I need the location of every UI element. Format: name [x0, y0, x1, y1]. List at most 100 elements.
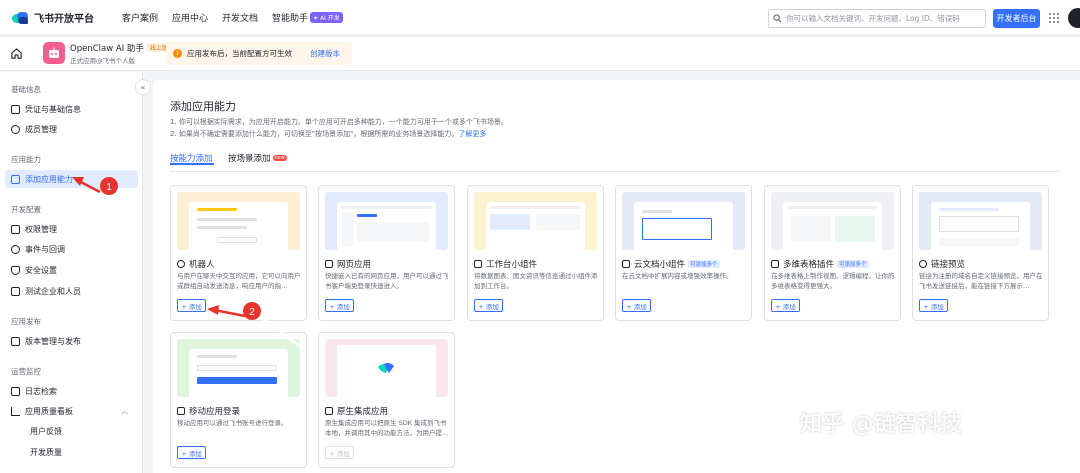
feishu-logo-icon	[378, 362, 394, 373]
document-icon	[622, 260, 630, 268]
description-line-2: 2. 如果尚不确定需要添加什么能力，可切换至"按场景添加"，根据所需的业务场景选…	[170, 129, 486, 139]
learn-more-link[interactable]: 了解更多	[458, 130, 486, 138]
new-badge: new	[272, 155, 287, 161]
capability-card-doc-widget: 云文档小组件 可添加多个 在云文档中扩展内容或增强效率操作。 + 添加	[615, 185, 752, 321]
card-title: 多维表格插件 可添加多个	[771, 258, 869, 270]
shield-icon	[11, 265, 20, 275]
sidebar-item-dev-quality[interactable]: 开发质量	[5, 443, 138, 461]
sidebar-item-label: 应用质量看板	[25, 406, 73, 416]
search-input[interactable]: 你可以输入文档关键词、开发问题、Log ID、错误码	[768, 9, 986, 28]
card-description: 快捷嵌入已有的网页应用，用户可以通过飞书客户端免登录快速进入。	[325, 272, 449, 290]
app-name-text: OpenClaw AI 助手	[70, 44, 144, 54]
developer-console-button[interactable]: 开发者后台	[993, 9, 1040, 28]
mobile-login-preview-image	[177, 339, 300, 397]
app-avatar	[43, 42, 65, 64]
sidebar-item-members[interactable]: 成员管理	[5, 120, 138, 138]
capability-card-bitable-plugin: 多维表格插件 可添加多个 在多维表格上制作视图、逻辑编程，让你的多维表格变得更强大…	[764, 185, 901, 321]
table-icon	[771, 260, 779, 268]
sidebar-item-credentials[interactable]: 凭证与基础信息	[5, 100, 138, 118]
sidebar-item-log-search[interactable]: 日志检索	[5, 382, 138, 400]
card-title-text: 网页应用	[337, 260, 372, 270]
capability-card-bot: 机器人 与用户在聊天中交互的应用，它可以向用户或群组自动发送消息，响应用户的指……	[170, 185, 307, 321]
lock-icon	[11, 224, 20, 234]
card-title-text: 链接预览	[931, 260, 966, 270]
card-description: 移动应用可以通过飞书账号进行登录。	[177, 419, 288, 427]
sidebar-item-events[interactable]: 事件与回调	[5, 240, 138, 258]
chart-icon	[11, 406, 20, 416]
nav-app-center[interactable]: 应用中心	[172, 11, 208, 24]
capability-card-native-integration: 原生集成应用 原生集成应用可以把原生 SDK 集成到飞书本地，并调用其中的功能方…	[318, 332, 455, 468]
description-line-1: 1. 你可以根据实际需求，为应用开启能力。单个应用可开启多种能力，一个能力可用于…	[170, 118, 508, 126]
doc-widget-preview-image	[622, 192, 745, 250]
tab-by-scenario[interactable]: 按场景添加 new	[228, 152, 287, 164]
bitable-plugin-preview-image	[771, 192, 894, 250]
search-icon	[773, 14, 782, 23]
add-mobile-login-button[interactable]: + 添加	[177, 446, 206, 459]
tab-by-scenario-label: 按场景添加	[228, 154, 271, 164]
tab-bar: 按能力添加 按场景添加 new	[170, 152, 1060, 172]
create-version-link[interactable]: 创建版本	[310, 48, 340, 59]
user-icon	[11, 124, 20, 134]
add-native-integration-button[interactable]: + 添加	[325, 446, 354, 459]
logo[interactable]: 飞书开放平台	[12, 10, 108, 25]
app-subtitle: 正式应用@飞书个人版	[70, 57, 135, 65]
user-avatar[interactable]	[1068, 8, 1080, 28]
sidebar-group-basic: 基础信息	[11, 85, 41, 94]
sidebar-group-dev-config: 开发配置	[11, 205, 41, 214]
top-navbar: 飞书开放平台 客户案例 应用中心 开发文档 智能助手 ✦ AI 开发 你可以输入文…	[0, 0, 1080, 36]
mobile-icon	[177, 407, 185, 415]
web-page-icon	[325, 260, 333, 268]
native-integration-preview-image	[325, 339, 448, 397]
add-doc-widget-button[interactable]: + 添加	[622, 299, 651, 312]
link-icon	[919, 260, 927, 268]
sidebar-group-capability: 应用能力	[11, 155, 41, 164]
card-title: 链接预览	[919, 258, 965, 270]
home-icon[interactable]	[10, 47, 23, 60]
card-description: 将数据图表、图文资讯等信息通过小组件添加到工作台。	[474, 272, 598, 290]
event-icon	[11, 244, 20, 254]
multi-add-tag: 可添加多个	[837, 260, 869, 268]
card-title-text: 机器人	[189, 260, 215, 270]
sidebar-item-security[interactable]: 安全设置	[5, 261, 138, 279]
sidebar-item-permissions[interactable]: 权限管理	[5, 220, 138, 238]
card-description: 链接为注册的域名自定义链接预览。用户在飞书发送链接后，能在链接下方展示…	[919, 272, 1043, 290]
test-icon	[11, 286, 20, 296]
capability-card-mobile-login: 移动应用登录 移动应用可以通过飞书账号进行登录。 + 添加	[170, 332, 307, 468]
sidebar-item-label: 开发质量	[30, 447, 62, 457]
card-title: 原生集成应用	[325, 405, 388, 417]
bot-preview-image	[177, 192, 300, 250]
native-app-icon	[325, 407, 333, 415]
notice-text: 应用发布后，当前配置方可生效	[187, 49, 292, 58]
card-title: 工作台小组件	[474, 258, 537, 270]
sidebar-item-label: 测试企业和人员	[25, 286, 81, 296]
card-title-text: 工作台小组件	[486, 260, 538, 270]
add-bot-button[interactable]: + 添加	[177, 299, 206, 312]
nav-dev-docs[interactable]: 开发文档	[222, 11, 258, 24]
nav-customer-cases[interactable]: 客户案例	[122, 11, 158, 24]
capability-card-link-preview: 链接预览 链接为注册的域名自定义链接预览。用户在飞书发送链接后，能在链接下方展示…	[912, 185, 1049, 321]
widget-icon	[474, 260, 482, 268]
workplace-widget-preview-image	[474, 192, 597, 250]
card-title-text: 多维表格插件	[783, 260, 835, 270]
add-workplace-widget-button[interactable]: + 添加	[474, 299, 503, 312]
collapse-sidebar-button[interactable]: «	[135, 79, 151, 95]
web-app-preview-image	[325, 192, 448, 250]
multi-add-tag: 可添加多个	[688, 260, 720, 268]
card-title-text: 云文档小组件	[634, 260, 686, 270]
sidebar-item-test-tenants[interactable]: 测试企业和人员	[5, 282, 138, 300]
capability-card-web-app: 网页应用 快捷嵌入已有的网页应用，用户可以通过飞书客户端免登录快速进入。 + 添…	[318, 185, 455, 321]
page-title: 添加应用能力	[170, 100, 236, 113]
add-link-preview-button[interactable]: + 添加	[919, 299, 948, 312]
add-bitable-plugin-button[interactable]: + 添加	[771, 299, 800, 312]
sidebar-item-user-feedback[interactable]: 用户反馈	[5, 422, 138, 440]
nav-ai-assistant[interactable]: 智能助手 ✦ AI 开发	[272, 11, 343, 24]
sidebar-item-add-capability[interactable]: 添加应用能力	[5, 170, 138, 188]
sidebar-item-label: 凭证与基础信息	[25, 104, 81, 114]
sidebar-item-quality-dashboard[interactable]: 应用质量看板 ︿	[5, 402, 138, 420]
tab-by-capability[interactable]: 按能力添加	[170, 152, 214, 165]
sidebar-item-version-publish[interactable]: 版本管理与发布	[5, 332, 138, 350]
add-web-app-button[interactable]: + 添加	[325, 299, 354, 312]
log-icon	[11, 386, 20, 396]
chevron-up-icon: ︿	[121, 407, 128, 415]
apps-grid-icon[interactable]	[1049, 13, 1059, 23]
